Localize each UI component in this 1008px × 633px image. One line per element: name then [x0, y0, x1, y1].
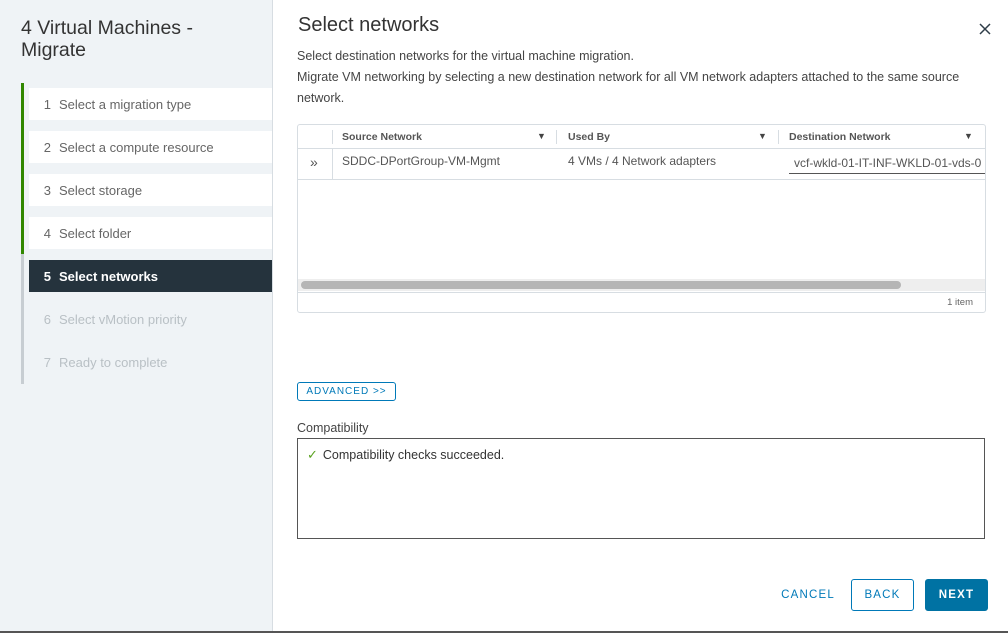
source-network-cell: SDDC-DPortGroup-VM-Mgmt	[342, 154, 501, 168]
step-label: Select vMotion priority	[59, 311, 187, 327]
column-label: Destination Network	[789, 130, 891, 143]
step-number: 6	[43, 311, 51, 327]
wizard-steps: 1 Select a migration type 2 Select a com…	[21, 83, 272, 384]
wizard-content: Select networks Select destination netwo…	[273, 0, 1008, 633]
description-line-2: Migrate VM networking by selecting a new…	[297, 70, 960, 105]
column-header-used-by[interactable]: Used By	[568, 125, 768, 148]
column-divider[interactable]	[778, 130, 779, 144]
filter-icon[interactable]: ▼	[964, 131, 973, 141]
column-header-destination-network[interactable]: Destination Network	[789, 125, 969, 148]
back-button[interactable]: BACK	[851, 579, 914, 611]
step-number: 4	[43, 225, 51, 241]
wizard-step-6: 6 Select vMotion priority	[29, 303, 272, 335]
column-divider[interactable]	[556, 130, 557, 144]
wizard-step-2[interactable]: 2 Select a compute resource	[29, 131, 272, 163]
step-label: Select a compute resource	[59, 139, 214, 155]
grid-footer: 1 item	[298, 292, 985, 312]
description-line-1: Select destination networks for the virt…	[297, 49, 634, 63]
wizard-step-3[interactable]: 3 Select storage	[29, 174, 272, 206]
step-label: Select folder	[59, 225, 132, 241]
networks-grid: Source Network ▼ Used By ▼ Destination N…	[297, 124, 986, 313]
horizontal-scrollbar[interactable]	[298, 279, 985, 291]
column-divider	[332, 130, 333, 144]
step-rail-completed	[21, 83, 24, 254]
page-title: Select networks	[298, 14, 440, 36]
grid-header: Source Network ▼ Used By ▼ Destination N…	[298, 125, 985, 149]
next-button[interactable]: NEXT	[925, 579, 988, 611]
cancel-button[interactable]: CANCEL	[773, 579, 843, 611]
compatibility-text: Compatibility checks succeeded.	[322, 448, 505, 462]
wizard-step-7: 7 Ready to complete	[29, 346, 272, 378]
step-label: Ready to complete	[59, 354, 168, 370]
used-by-cell: 4 VMs / 4 Network adapters	[568, 154, 717, 168]
filter-icon[interactable]: ▼	[758, 131, 767, 141]
check-icon: ✓	[307, 447, 318, 462]
filter-icon[interactable]: ▼	[537, 131, 546, 141]
step-label: Select networks	[59, 268, 158, 284]
wizard-step-1[interactable]: 1 Select a migration type	[29, 88, 272, 120]
table-row: » SDDC-DPortGroup-VM-Mgmt 4 VMs / 4 Netw…	[298, 149, 985, 180]
compatibility-label: Compatibility	[297, 421, 369, 435]
wizard-step-5[interactable]: 5 Select networks	[29, 260, 272, 292]
wizard-step-4[interactable]: 4 Select folder	[29, 217, 272, 249]
step-number: 7	[43, 354, 51, 370]
step-number: 2	[43, 139, 51, 155]
step-number: 1	[43, 96, 51, 112]
close-icon	[979, 23, 991, 35]
item-count: 1 item	[947, 297, 973, 308]
step-label: Select storage	[59, 182, 143, 198]
compatibility-message: ✓ Compatibility checks succeeded.	[307, 447, 504, 463]
advanced-button[interactable]: ADVANCED >>	[297, 382, 396, 401]
wizard-sidebar: 4 Virtual Machines - Migrate 1 Select a …	[0, 0, 273, 633]
expand-row-icon[interactable]: »	[310, 154, 318, 170]
column-label: Source Network	[342, 130, 422, 143]
compatibility-panel: ✓ Compatibility checks succeeded.	[297, 438, 985, 539]
step-label: Select a migration type	[59, 96, 192, 112]
wizard-title: 4 Virtual Machines - Migrate	[21, 17, 193, 61]
close-button[interactable]	[978, 22, 992, 36]
scrollbar-thumb[interactable]	[301, 281, 901, 289]
column-divider	[332, 149, 333, 179]
column-header-source-network[interactable]: Source Network	[342, 125, 542, 148]
destination-network-select[interactable]: vcf-wkld-01-IT-INF-WKLD-01-vds-0	[789, 153, 985, 174]
step-number: 5	[43, 268, 51, 284]
column-label: Used By	[568, 130, 611, 143]
step-number: 3	[43, 182, 51, 198]
destination-network-value: vcf-wkld-01-IT-INF-WKLD-01-vds-0	[794, 156, 982, 170]
page-description: Select destination networks for the virt…	[297, 46, 977, 109]
